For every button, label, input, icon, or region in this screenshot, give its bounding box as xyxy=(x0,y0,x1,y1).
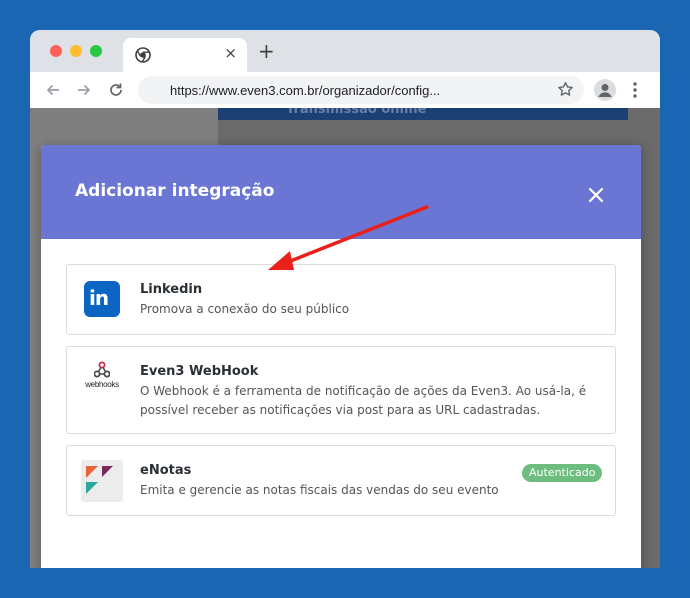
integration-card-enotas[interactable]: eNotas Autenticado Emita e gerencie as n… xyxy=(66,445,616,516)
page-viewport: Transmissão online Adicionar integração … xyxy=(30,108,660,568)
integration-title: Linkedin xyxy=(140,282,203,297)
modal-header: Adicionar integração xyxy=(41,145,641,239)
integration-description: O Webhook é a ferramenta de notificação … xyxy=(140,384,587,417)
webhooks-logo-text: webhooks xyxy=(85,380,119,389)
integration-card-linkedin[interactable]: in Linkedin Promova a conexão do seu púb… xyxy=(66,264,616,335)
integration-card-webhook[interactable]: webhooks Even3 WebHook O Webhook é a fer… xyxy=(66,346,616,434)
browser-tab[interactable]: × xyxy=(123,38,247,72)
close-icon[interactable] xyxy=(585,184,607,206)
minimize-window-button[interactable] xyxy=(70,45,82,57)
forward-arrow-icon[interactable] xyxy=(75,81,93,99)
integration-description: Emita e gerencie as notas fiscais das ve… xyxy=(140,483,499,497)
integration-title: Even3 WebHook xyxy=(140,364,259,379)
address-bar[interactable]: https://www.even3.com.br/organizador/con… xyxy=(138,76,584,104)
enotas-logo-icon xyxy=(81,460,123,502)
browser-toolbar: https://www.even3.com.br/organizador/con… xyxy=(30,72,660,108)
new-tab-button[interactable]: + xyxy=(258,41,275,61)
tab-close-icon[interactable]: × xyxy=(224,44,237,62)
kebab-menu-icon[interactable] xyxy=(632,81,638,99)
bookmark-star-icon[interactable] xyxy=(557,81,574,98)
url-text: https://www.even3.com.br/organizador/con… xyxy=(170,83,441,98)
profile-avatar-icon[interactable] xyxy=(594,79,616,101)
close-window-button[interactable] xyxy=(50,45,62,57)
status-badge: Autenticado xyxy=(522,464,603,482)
maximize-window-button[interactable] xyxy=(90,45,102,57)
tab-bar: × + xyxy=(30,30,660,72)
linkedin-logo-icon: in xyxy=(84,281,120,317)
browser-window: × + https://www.even3.com.br/organizador… xyxy=(30,30,660,568)
chrome-icon xyxy=(135,47,151,63)
back-arrow-icon[interactable] xyxy=(44,81,62,99)
integration-modal: Adicionar integração in Linkedin Promova… xyxy=(41,145,641,568)
webhooks-logo-icon: webhooks xyxy=(81,361,123,391)
integration-title: eNotas xyxy=(140,463,192,478)
background-banner-text: Transmissão online xyxy=(286,108,427,117)
modal-title: Adicionar integração xyxy=(75,181,275,201)
linkedin-logo-text: in xyxy=(89,286,109,310)
reload-icon[interactable] xyxy=(107,81,125,99)
integration-description: Promova a conexão do seu público xyxy=(140,302,350,316)
